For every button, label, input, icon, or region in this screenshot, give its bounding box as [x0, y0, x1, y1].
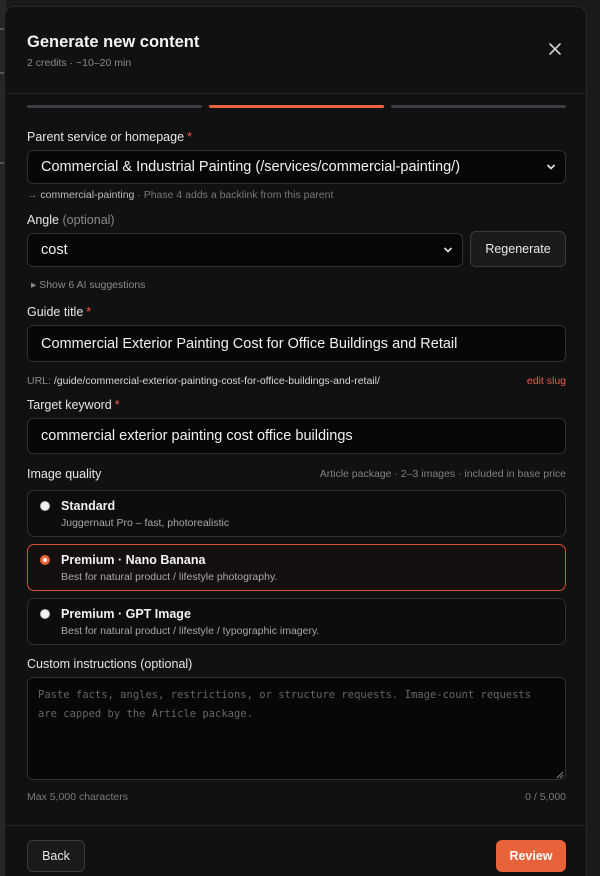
- review-button[interactable]: Review: [496, 840, 566, 872]
- edit-slug-link[interactable]: edit slug: [527, 375, 566, 387]
- parent-service-value: Commercial & Industrial Painting (/servi…: [41, 159, 461, 175]
- target-keyword-input[interactable]: commercial exterior painting cost office…: [27, 418, 566, 454]
- option-title: Standard: [61, 499, 116, 513]
- parent-service-select[interactable]: Commercial & Industrial Painting (/servi…: [27, 150, 566, 184]
- url-label: URL:: [27, 375, 54, 387]
- image-quality-option-standard[interactable]: Standard Juggernaut Pro – fast, photorea…: [27, 490, 566, 537]
- angle-label: Angle (optional): [27, 213, 115, 227]
- radio-unselected[interactable]: [40, 609, 50, 619]
- step-3-indicator: [391, 105, 566, 108]
- regenerate-button[interactable]: Regenerate: [470, 231, 566, 267]
- angle-value: cost: [41, 242, 68, 258]
- image-package-note: Article package · 2–3 images · included …: [319, 468, 566, 480]
- modal-subtitle: 2 credits · ~10–20 min: [27, 57, 132, 69]
- guide-title-label: Guide title *: [27, 305, 92, 319]
- close-button[interactable]: [546, 40, 564, 58]
- target-keyword-value: commercial exterior painting cost office…: [41, 428, 353, 444]
- parent-backlink-hint: → commercial-painting · Phase 4 adds a b…: [27, 189, 334, 201]
- modal-title: Generate new content: [27, 33, 200, 51]
- option-title: Premium · GPT Image: [61, 607, 191, 621]
- angle-select[interactable]: cost: [27, 233, 463, 267]
- image-quality-option-gpt-image[interactable]: Premium · GPT Image Best for natural pro…: [27, 598, 566, 645]
- option-description: Best for natural product / lifestyle / t…: [61, 625, 320, 637]
- guide-title-input[interactable]: Commercial Exterior Painting Cost for Of…: [27, 325, 566, 362]
- show-ai-suggestions-toggle[interactable]: ▸ Show 6 AI suggestions: [31, 279, 145, 291]
- close-icon: [549, 43, 561, 55]
- option-description: Juggernaut Pro – fast, photorealistic: [61, 517, 230, 529]
- target-keyword-label: Target keyword *: [27, 398, 120, 412]
- generate-content-modal: Generate new content 2 credits · ~10–20 …: [4, 6, 588, 876]
- option-description: Best for natural product / lifestyle pho…: [61, 571, 278, 583]
- step-2-indicator: [209, 105, 384, 108]
- character-count: 0 / 5,000: [525, 791, 566, 803]
- parent-service-label: Parent service or homepage *: [27, 130, 192, 144]
- guide-title-value: Commercial Exterior Painting Cost for Of…: [41, 335, 458, 352]
- custom-instructions-textarea[interactable]: [27, 677, 566, 780]
- back-button[interactable]: Back: [27, 840, 85, 872]
- option-title: Premium · Nano Banana: [61, 553, 206, 567]
- url-preview: URL: /guide/commercial-exterior-painting…: [27, 375, 566, 387]
- chevron-down-icon: [443, 247, 453, 253]
- image-quality-label: Image quality: [27, 467, 102, 481]
- step-1-indicator: [27, 105, 202, 108]
- chevron-down-icon: [546, 164, 556, 170]
- image-quality-option-nano-banana[interactable]: Premium · Nano Banana Best for natural p…: [27, 544, 566, 591]
- radio-unselected[interactable]: [40, 501, 50, 511]
- max-characters-label: Max 5,000 characters: [27, 791, 128, 803]
- radio-selected[interactable]: [40, 555, 50, 565]
- custom-instructions-label: Custom instructions (optional): [27, 657, 193, 671]
- footer-divider: [5, 825, 588, 826]
- url-value: /guide/commercial-exterior-painting-cost…: [53, 375, 380, 387]
- resize-grip-icon[interactable]: [556, 771, 564, 779]
- header-divider: [5, 93, 588, 94]
